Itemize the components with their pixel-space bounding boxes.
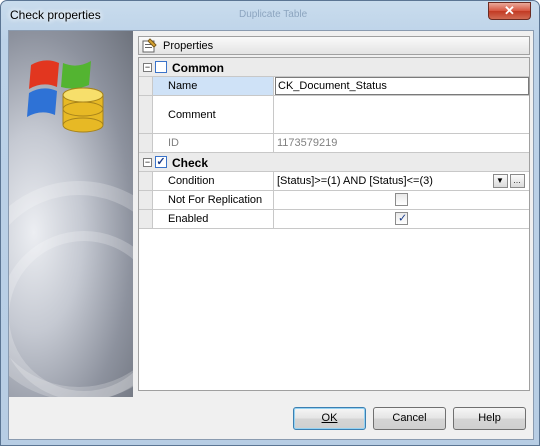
- title-bar[interactable]: Check properties Duplicate Table ✕: [1, 1, 539, 29]
- help-button[interactable]: Help: [453, 407, 526, 430]
- property-name-cell[interactable]: Not For Replication: [153, 191, 274, 209]
- not-for-replication-checkbox[interactable]: [395, 193, 408, 206]
- category-common-checkbox[interactable]: [155, 61, 167, 73]
- condition-value: [Status]>=(1) AND [Status]<=(3): [277, 175, 433, 187]
- cancel-button-label: Cancel: [392, 412, 427, 424]
- property-name-label: Comment: [168, 108, 216, 121]
- property-row-condition[interactable]: Condition [Status]>=(1) AND [Status]<=(3…: [139, 172, 529, 191]
- row-gutter: [139, 210, 153, 228]
- row-gutter: [139, 172, 153, 190]
- close-button[interactable]: ✕: [488, 2, 531, 20]
- condition-field[interactable]: [Status]>=(1) AND [Status]<=(3) ▼ …: [275, 172, 529, 190]
- property-value-cell: [275, 191, 529, 209]
- property-value-cell[interactable]: CK_Document_Status: [275, 77, 529, 95]
- property-row-not-for-replication[interactable]: Not For Replication: [139, 191, 529, 210]
- chevron-down-icon: ▼: [496, 176, 504, 185]
- properties-header: Properties: [138, 36, 530, 55]
- checkmark-icon: ✓: [398, 212, 408, 224]
- close-icon: ✕: [504, 3, 515, 18]
- category-common[interactable]: − Common: [139, 58, 529, 77]
- property-name-label: Name: [168, 80, 198, 92]
- window-title: Check properties: [10, 8, 101, 22]
- property-name-label: Not For Replication: [168, 194, 263, 206]
- row-gutter: [139, 191, 153, 209]
- property-name-cell[interactable]: Enabled: [153, 210, 274, 228]
- name-input[interactable]: CK_Document_Status: [275, 77, 529, 95]
- ok-button-label: OK: [321, 412, 338, 424]
- id-value: 1173579219: [277, 137, 338, 149]
- background-window-text: Duplicate Table: [221, 3, 481, 23]
- ellipsis-icon: …: [513, 176, 521, 185]
- dialog-window: Check properties Duplicate Table ✕ Prope…: [0, 0, 540, 446]
- property-row-id[interactable]: ID 1173579219: [139, 134, 529, 153]
- property-name-cell[interactable]: ID: [153, 134, 274, 152]
- condition-dropdown-button[interactable]: ▼: [493, 174, 508, 188]
- collapse-icon[interactable]: −: [143, 158, 152, 167]
- row-gutter: [139, 134, 153, 152]
- category-check[interactable]: − ✓ Check: [139, 153, 529, 172]
- property-name-cell[interactable]: Name: [153, 77, 274, 95]
- property-name-label: Condition: [168, 175, 215, 187]
- property-row-comment[interactable]: Comment: [139, 96, 529, 134]
- cancel-button[interactable]: Cancel: [373, 407, 446, 430]
- property-name-cell[interactable]: Condition: [153, 172, 274, 190]
- category-common-label: Common: [172, 61, 224, 75]
- property-name-label: ID: [168, 137, 179, 149]
- database-logo-icon: [27, 60, 104, 133]
- property-name-cell[interactable]: Comment: [153, 96, 274, 133]
- property-name-label: Enabled: [168, 213, 209, 225]
- enabled-checkbox[interactable]: ✓: [395, 212, 408, 225]
- dialog-client-area: Properties − Common Name CK_Document_Sta…: [8, 30, 534, 440]
- properties-icon: [142, 38, 157, 53]
- row-gutter: [139, 77, 153, 95]
- banner-swirl: [9, 231, 133, 397]
- properties-label: Properties: [163, 40, 214, 52]
- row-gutter: [139, 96, 153, 133]
- category-check-checkbox[interactable]: ✓: [155, 156, 167, 168]
- property-value-cell: ✓: [275, 210, 529, 228]
- ok-button[interactable]: OK: [293, 407, 366, 430]
- name-input-value: CK_Document_Status: [278, 80, 387, 92]
- id-value-cell: 1173579219: [275, 134, 529, 152]
- category-check-label: Check: [172, 156, 209, 170]
- collapse-icon[interactable]: −: [143, 63, 152, 72]
- property-grid[interactable]: − Common Name CK_Document_Status Comment…: [138, 57, 530, 391]
- comment-field[interactable]: [275, 96, 529, 133]
- property-row-name[interactable]: Name CK_Document_Status: [139, 77, 529, 96]
- background-window-label: Duplicate Table: [239, 9, 308, 20]
- condition-ellipsis-button[interactable]: …: [510, 174, 525, 188]
- help-button-label: Help: [478, 412, 501, 424]
- property-row-enabled[interactable]: Enabled ✓: [139, 210, 529, 229]
- side-banner: [9, 31, 133, 397]
